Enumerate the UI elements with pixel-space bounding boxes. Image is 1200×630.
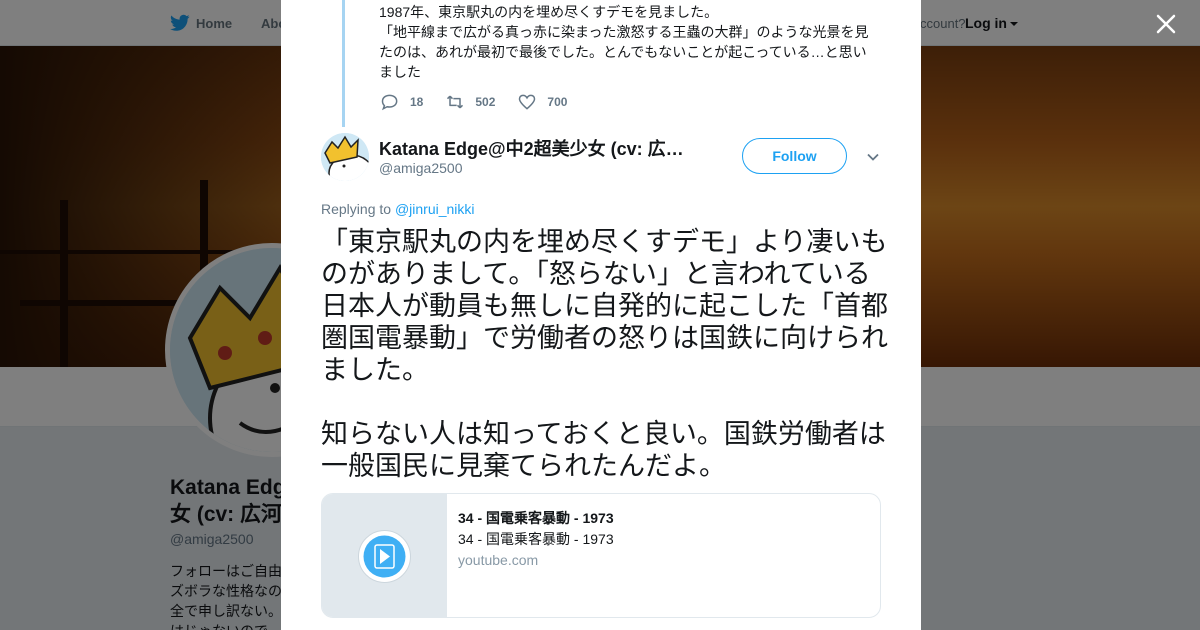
- thread-connector: [342, 0, 345, 127]
- retweet-icon: [447, 95, 464, 109]
- author-name[interactable]: Katana Edge@中2超美少女 (cv: 広…: [379, 135, 684, 161]
- like-button[interactable]: 700: [517, 92, 567, 112]
- retweet-count: 502: [475, 95, 496, 109]
- follow-button[interactable]: Follow: [742, 138, 847, 174]
- crown-avatar-icon: [321, 133, 369, 181]
- tweet-modal: 1987年、東京駅丸の内を埋め尽くすデモを見ました。 「地平線まで広がる真っ赤に…: [281, 0, 921, 630]
- card-description: 34 - 国電乗客暴動 - 1973: [458, 531, 614, 547]
- card-domain: youtube.com: [458, 552, 539, 568]
- chevron-down-icon[interactable]: [866, 150, 880, 164]
- like-count: 700: [547, 95, 568, 109]
- heart-icon: [519, 94, 536, 110]
- reply-icon: [381, 94, 398, 111]
- replying-to: Replying to @jinrui_nikki: [321, 201, 475, 217]
- card-thumbnail: [322, 494, 447, 617]
- play-icon: [358, 530, 411, 583]
- card-title: 34 - 国電乗客暴動 - 1973: [458, 510, 614, 526]
- author-avatar[interactable]: [321, 133, 369, 181]
- close-icon[interactable]: [1150, 8, 1182, 40]
- tweet-text: 「東京駅丸の内を埋め尽くすデモ」より凄いものがありまして。「怒らない」と言われて…: [321, 227, 888, 481]
- replying-prefix: Replying to: [321, 201, 392, 217]
- retweet-button[interactable]: 502: [445, 92, 495, 112]
- reply-count: 18: [410, 95, 424, 109]
- previous-tweet-text: 1987年、東京駅丸の内を埋め尽くすデモを見ました。 「地平線まで広がる真っ赤に…: [379, 4, 869, 80]
- reply-button[interactable]: 18: [380, 92, 423, 112]
- link-card[interactable]: 34 - 国電乗客暴動 - 1973 34 - 国電乗客暴動 - 1973 yo…: [321, 493, 881, 618]
- previous-tweet-actions: 18 502 700: [380, 92, 589, 112]
- replying-mention[interactable]: @jinrui_nikki: [395, 201, 475, 217]
- author-handle[interactable]: @amiga2500: [379, 160, 463, 176]
